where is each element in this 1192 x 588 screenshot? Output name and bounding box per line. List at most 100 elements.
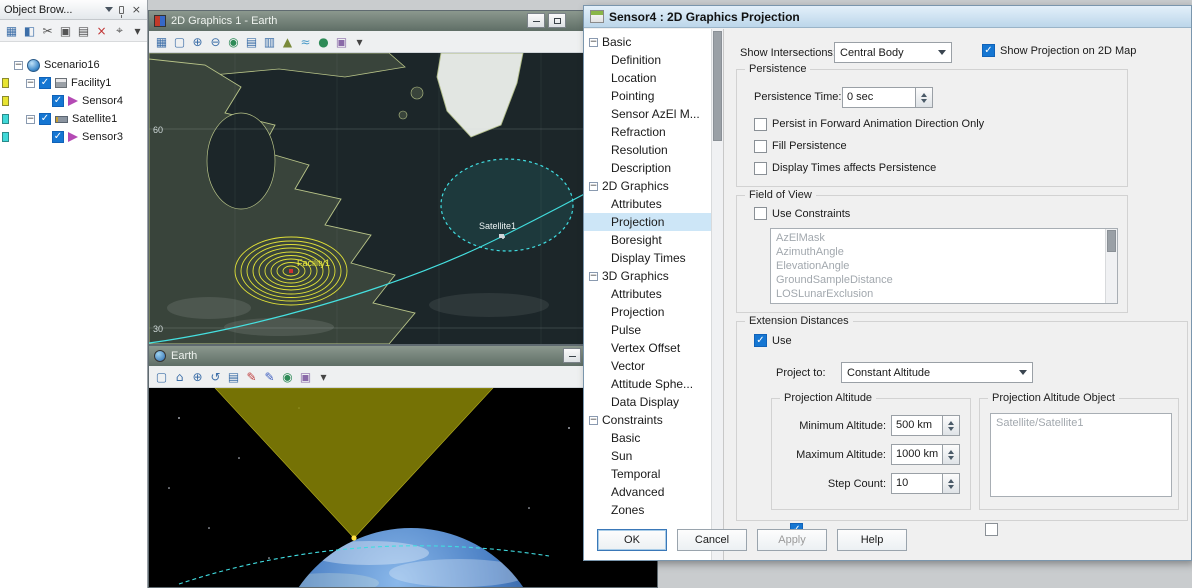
persistence-check-row[interactable]: Persist in Forward Animation Direction O… — [754, 116, 984, 132]
altitude-value[interactable]: 10 — [891, 473, 943, 494]
nav-item[interactable]: Advanced — [584, 483, 723, 501]
nav-item[interactable]: Basic — [584, 429, 723, 447]
checkbox-icon[interactable] — [754, 334, 767, 347]
image-icon[interactable]: ▣ — [297, 368, 314, 385]
nav-item[interactable]: Pointing — [584, 87, 723, 105]
dialog-titlebar[interactable]: Sensor4 : 2D Graphics Projection — [584, 6, 1191, 28]
project-to-select[interactable]: Constant Altitude — [841, 362, 1033, 383]
minimize-button[interactable] — [563, 348, 581, 363]
nav-item[interactable]: Attitude Sphe... — [584, 375, 723, 393]
altitude-value[interactable]: 1000 km — [891, 444, 943, 465]
collapse-icon[interactable] — [589, 181, 598, 191]
nav-item[interactable]: Temporal — [584, 465, 723, 483]
collapse-icon[interactable] — [589, 415, 598, 425]
unit-spinner-icon[interactable] — [943, 444, 960, 465]
pin-icon[interactable] — [118, 5, 124, 18]
nav-scrollbar[interactable] — [711, 29, 723, 560]
constraint-item[interactable]: LOSLunarExclusion — [771, 287, 1117, 301]
checkbox-icon[interactable] — [39, 77, 51, 89]
image-icon[interactable]: ▣ — [333, 33, 350, 50]
cancel-button[interactable]: Cancel — [677, 529, 747, 551]
nav-item[interactable]: Projection — [584, 303, 723, 321]
nav-item[interactable]: Refraction — [584, 123, 723, 141]
cut-icon[interactable]: ✂ — [39, 22, 56, 39]
map-2d-canvas[interactable]: 60 30 Satellite1 Facility1 — [149, 53, 657, 344]
nav-item[interactable]: Basic — [584, 33, 723, 51]
rotate-icon[interactable]: ↺ — [207, 368, 224, 385]
checkbox-icon[interactable] — [39, 113, 51, 125]
world-map-icon[interactable]: ● — [315, 33, 332, 50]
globe-3d-canvas[interactable] — [149, 388, 657, 587]
constraint-item[interactable]: AzElMask — [771, 231, 1117, 245]
nav-item[interactable]: Display Times — [584, 249, 723, 267]
nav-item[interactable]: Sun — [584, 447, 723, 465]
unit-spinner-icon[interactable] — [916, 87, 933, 108]
paste-icon[interactable]: ▤ — [75, 22, 92, 39]
nav-item[interactable]: Location — [584, 69, 723, 87]
constraint-item[interactable]: ElevationAngle — [771, 259, 1117, 273]
constraint-item[interactable]: AzimuthAngle — [771, 245, 1117, 259]
use-extension-check[interactable]: Use — [754, 334, 792, 347]
persistence-check-row[interactable]: Fill Persistence — [754, 138, 984, 154]
globe-icon[interactable]: ◉ — [279, 368, 296, 385]
nav-item[interactable]: Boresight — [584, 231, 723, 249]
altitude-row[interactable]: Step Count: 10 — [780, 473, 960, 494]
nav-item[interactable]: Description — [584, 159, 723, 177]
show-projection-check[interactable]: Show Projection on 2D Map — [982, 44, 1136, 57]
map-2d-titlebar[interactable]: 2D Graphics 1 - Earth — [149, 11, 657, 31]
tree-item-scenario[interactable]: Scenario16 — [0, 56, 147, 74]
collapse-icon[interactable] — [589, 37, 598, 47]
projection-icon[interactable]: ▤ — [243, 33, 260, 50]
checkbox-icon[interactable] — [52, 131, 64, 143]
nav-item[interactable]: Projection — [584, 213, 723, 231]
clouds-icon[interactable]: ≈ — [297, 33, 314, 50]
nav-item[interactable]: Zones — [584, 501, 723, 519]
constraints-scrollbar[interactable] — [1105, 229, 1117, 303]
checkbox-icon[interactable] — [754, 117, 767, 131]
nav-item[interactable]: Vertex Offset — [584, 339, 723, 357]
select-icon[interactable]: ▢ — [153, 368, 170, 385]
tree-item-sensor4[interactable]: Sensor4 — [0, 92, 147, 110]
constraint-item[interactable]: GroundSampleDistance — [771, 273, 1117, 287]
terrain-icon[interactable]: ▲ — [279, 33, 296, 50]
checkbox-icon[interactable] — [754, 161, 767, 175]
dropdown-icon[interactable]: ▾ — [129, 22, 146, 39]
nav-item[interactable]: Attributes — [584, 195, 723, 213]
draw-red-icon[interactable]: ✎ — [243, 368, 260, 385]
collapse-icon[interactable] — [26, 78, 35, 88]
checkbox-icon[interactable] — [982, 44, 995, 57]
nav-item[interactable]: Data Display — [584, 393, 723, 411]
tree-item-sensor3[interactable]: Sensor3 — [0, 128, 147, 146]
nav-item[interactable]: Resolution — [584, 141, 723, 159]
show-intersections-select[interactable]: Central Body — [834, 42, 952, 63]
collapse-icon[interactable] — [589, 271, 598, 281]
pan-icon[interactable]: ▢ — [171, 33, 188, 50]
close-icon[interactable]: × — [130, 3, 143, 16]
checkbox-icon[interactable] — [754, 139, 767, 153]
zoom-out-icon[interactable]: ⊖ — [207, 33, 224, 50]
altitude-row[interactable]: Maximum Altitude: 1000 km — [780, 444, 960, 465]
unit-spinner-icon[interactable] — [943, 473, 960, 494]
globe-icon[interactable]: ◉ — [225, 33, 242, 50]
filter-icon[interactable]: ◧ — [21, 22, 38, 39]
grid-icon[interactable]: ▥ — [261, 33, 278, 50]
report-icon[interactable]: ▦ — [153, 33, 170, 50]
altitude-spinner[interactable]: 1000 km — [891, 444, 960, 465]
report-icon[interactable]: ▦ — [3, 22, 20, 39]
constraints-list[interactable]: AzElMask AzimuthAngle ElevationAngle Ground… — [770, 228, 1118, 304]
zoom-icon[interactable]: ⊕ — [189, 368, 206, 385]
altitude-spinner[interactable]: 10 — [891, 473, 960, 494]
globe-3d-titlebar[interactable]: Earth — [149, 346, 657, 366]
maximize-button[interactable] — [548, 13, 566, 28]
chevron-down-icon[interactable] — [104, 7, 113, 16]
checkbox-icon[interactable] — [754, 207, 767, 220]
minimize-button[interactable] — [527, 13, 545, 28]
cutoff-checkbox-right[interactable] — [985, 523, 998, 536]
help-button[interactable]: Help — [837, 529, 907, 551]
persistence-time-value[interactable]: 0 sec — [842, 87, 916, 108]
zoom-in-icon[interactable]: ⊕ — [189, 33, 206, 50]
nav-item[interactable]: Attributes — [584, 285, 723, 303]
persistence-time-spinner[interactable]: 0 sec — [842, 87, 933, 108]
nav-item[interactable]: Pulse — [584, 321, 723, 339]
nav-item[interactable]: Vector — [584, 357, 723, 375]
